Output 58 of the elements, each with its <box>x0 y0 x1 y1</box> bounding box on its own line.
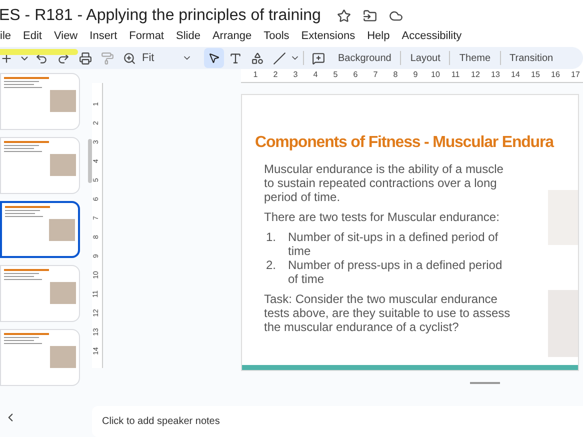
ruler-number: 11 <box>451 69 460 81</box>
list-item: Number of press-ups in a defined period of time <box>288 258 504 286</box>
list-number: 1. <box>265 230 278 246</box>
ruler-number: 14 <box>511 69 520 81</box>
select-tool-icon[interactable] <box>208 52 220 64</box>
print-icon[interactable] <box>78 52 92 64</box>
ruler-number: 5 <box>332 69 339 81</box>
cloud-icon[interactable] <box>388 9 403 23</box>
ruler-number: 13 <box>491 69 500 81</box>
resize-handle[interactable] <box>470 382 500 384</box>
toolbar-button[interactable]: Theme <box>450 50 500 66</box>
ruler-number: 12 <box>471 69 480 81</box>
ruler-number: 16 <box>551 69 560 81</box>
star-icon[interactable] <box>336 9 351 23</box>
menu-item[interactable]: Format <box>129 28 164 44</box>
photo-placeholder <box>548 290 578 357</box>
menu-item[interactable]: Slide <box>176 28 200 44</box>
list-item: Number of sit-ups in a defined period of time <box>288 230 500 258</box>
slide-paragraph: Task: Consider the two muscular endurance tests above, are they suitable to use to assess the muscular endurance of a cyclist? <box>264 292 512 334</box>
menu-item[interactable]: Arrange <box>212 28 252 44</box>
menu-item[interactable]: Edit <box>23 28 42 44</box>
toolbar-button[interactable]: Transition <box>500 50 562 66</box>
photo-placeholder <box>548 190 578 245</box>
zoom-select[interactable]: Fit <box>142 50 192 66</box>
menu-item[interactable]: Insert <box>90 28 118 44</box>
ruler-number: 8 <box>392 69 399 81</box>
ruler-number: 3 <box>292 69 299 81</box>
shape-icon[interactable] <box>250 52 264 64</box>
menu-item[interactable]: View <box>54 28 78 44</box>
menu-item[interactable]: Tools <box>264 28 290 44</box>
menu-item[interactable]: Help <box>367 28 390 44</box>
toolbar-button[interactable]: Layout <box>401 50 450 66</box>
slide-paragraph: Muscular endurance is the ability of a muscle to sustain repeated contractions over a long period of time. <box>264 162 504 204</box>
ruler-number: 2 <box>272 69 279 81</box>
slide-thumbnail[interactable] <box>0 201 80 258</box>
scrollbar-thumb[interactable] <box>88 139 92 183</box>
line-icon[interactable] <box>272 52 286 64</box>
ruler-number: 9 <box>412 69 419 81</box>
zoom-icon[interactable] <box>122 52 136 64</box>
speaker-notes-field[interactable]: Click to add speaker notes <box>92 406 583 437</box>
menu-item[interactable]: Accessibility <box>402 28 462 44</box>
ruler-number: 17 <box>571 69 580 81</box>
slide-paragraph: There are two tests for Muscular endurance: <box>264 210 500 224</box>
slide-title: Components of Fitness - Muscular Endura <box>255 133 556 153</box>
ruler-number: 10 <box>431 69 440 81</box>
list-number: 2. <box>265 258 278 274</box>
folder-icon[interactable] <box>362 9 377 23</box>
ruler-number: 6 <box>352 69 359 81</box>
ruler-number: 1 <box>252 69 259 81</box>
text-box-icon[interactable] <box>228 52 242 64</box>
ruler-number: 7 <box>372 69 379 81</box>
ruler-number: 15 <box>531 69 540 81</box>
toolbar-button[interactable]: Background <box>329 50 400 66</box>
document-title: ES - R181 - Applying the principles of training <box>0 6 321 26</box>
comment-icon[interactable] <box>312 52 324 64</box>
menu-item[interactable]: ile <box>0 28 12 44</box>
ruler-number: 4 <box>312 69 319 81</box>
menu-item[interactable]: Extensions <box>301 28 356 44</box>
